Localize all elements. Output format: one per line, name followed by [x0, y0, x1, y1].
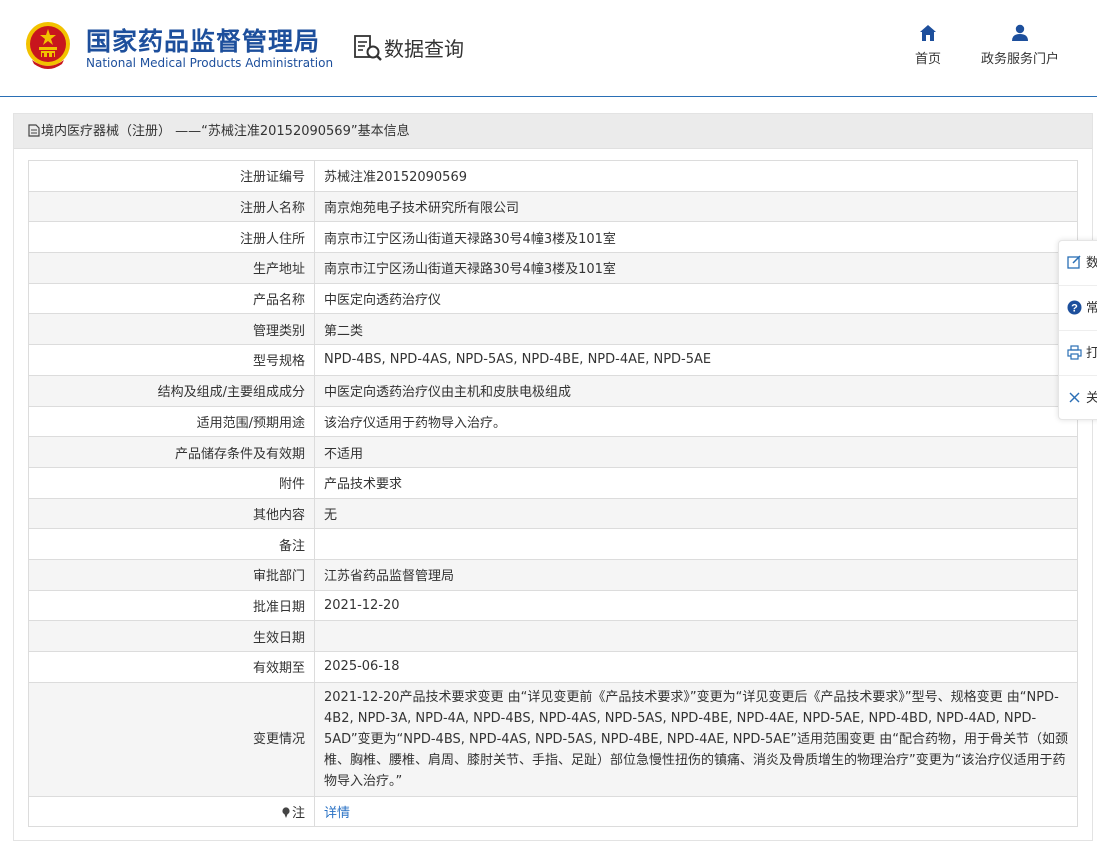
float-print-button[interactable]: 打: [1059, 331, 1097, 376]
field-label: 批准日期: [28, 589, 315, 622]
home-icon: [920, 25, 936, 41]
table-row: 审批部门 江苏省药品监督管理局: [28, 558, 1078, 591]
edit-icon: [1067, 255, 1081, 269]
field-label: 生产地址: [28, 252, 315, 284]
field-value: 江苏省药品监督管理局: [314, 558, 1078, 591]
table-row: 注册证编号 苏械注准20152090569: [28, 160, 1078, 192]
field-label: 生效日期: [28, 620, 315, 652]
field-value: 不适用: [314, 436, 1078, 468]
nav-portal-label: 政务服务门户: [980, 52, 1059, 67]
field-label: 结构及组成/主要组成成分: [28, 374, 315, 407]
registration-info-table: 注册证编号 苏械注准20152090569 注册人名称 南京炮苑电子技术研究所有限公…: [28, 160, 1078, 828]
table-row: 注册人名称 南京炮苑电子技术研究所有限公司: [28, 190, 1078, 223]
field-label: 其他内容: [28, 497, 315, 530]
field-value: [314, 528, 1078, 560]
field-label: 型号规格: [28, 344, 315, 376]
question-icon: ?: [1067, 300, 1082, 315]
field-value: 第二类: [314, 313, 1078, 346]
table-row: 管理类别 第二类: [28, 313, 1078, 346]
field-value: 中医定向透药治疗仪由主机和皮肤电极组成: [314, 374, 1078, 407]
float-print-label: 打: [1086, 346, 1097, 361]
pin-icon: [282, 807, 290, 819]
national-emblem-logo[interactable]: [24, 20, 72, 70]
table-row: 适用范围/预期用途 该治疗仪适用于药物导入治疗。: [28, 405, 1078, 438]
field-value: 苏械注准20152090569: [314, 160, 1078, 192]
detail-panel: 境内医疗器械（注册） ——“苏械注准20152090569”基本信息 注册证编号…: [13, 113, 1093, 841]
table-row: 变更情况 2021-12-20产品技术要求变更 由“详见变更前《产品技术要求》”变…: [28, 681, 1078, 797]
org-name-cn[interactable]: 国家药品监督管理局: [86, 22, 320, 58]
field-label: 注册证编号: [28, 160, 315, 192]
nav-home-label: 首页: [914, 52, 941, 67]
field-label: 附件: [28, 466, 315, 499]
float-faq-button[interactable]: ?常: [1059, 286, 1097, 331]
table-row: 产品名称 中医定向透药治疗仪: [28, 282, 1078, 315]
float-data-label: 数: [1086, 256, 1097, 271]
table-row: 批准日期 2021-12-20: [28, 589, 1078, 622]
details-link[interactable]: 详情: [324, 806, 350, 821]
field-label: 审批部门: [28, 558, 315, 591]
float-faq-label: 常: [1086, 301, 1097, 316]
field-label: 产品名称: [28, 282, 315, 315]
field-value: [314, 620, 1078, 652]
table-row: 其他内容无: [28, 497, 1078, 530]
org-name-en[interactable]: National Medical Products Administration: [86, 56, 333, 70]
print-icon: [1067, 345, 1082, 360]
floating-toolbar: 数 ?常 打 关: [1058, 240, 1097, 420]
user-icon: [1012, 24, 1028, 41]
table-row: 备注: [28, 528, 1078, 560]
field-value: 中医定向透药治疗仪: [314, 282, 1078, 315]
field-value: 南京炮苑电子技术研究所有限公司: [314, 190, 1078, 223]
field-label: 产品储存条件及有效期: [28, 436, 315, 468]
table-row: 产品储存条件及有效期 不适用: [28, 436, 1078, 468]
field-value: 该治疗仪适用于药物导入治疗。: [314, 405, 1078, 438]
field-label: 注册人住所: [28, 221, 315, 254]
float-close-button[interactable]: 关: [1059, 376, 1097, 421]
table-row: 注册人住所 南京市江宁区汤山街道天禄路30号4幢3楼及101室: [28, 221, 1078, 254]
table-row: 型号规格 NPD-4BS, NPD-4AS, NPD-5AS, NPD-4BE, …: [28, 344, 1078, 376]
float-data-button[interactable]: 数: [1059, 241, 1097, 286]
table-row: 附件 产品技术要求: [28, 466, 1078, 499]
field-value: 南京市江宁区汤山街道天禄路30号4幢3楼及101室: [314, 252, 1078, 284]
note-label-cell: 注: [28, 795, 315, 828]
panel-header: 境内医疗器械（注册） ——“苏械注准20152090569”基本信息: [14, 114, 1092, 149]
field-label: 有效期至: [28, 651, 315, 683]
field-label: 管理类别: [28, 313, 315, 346]
field-label: 变更情况: [28, 681, 315, 797]
close-icon: [1069, 392, 1080, 403]
field-value: 2021-12-20: [314, 589, 1078, 622]
table-row-note: 注 详情: [28, 795, 1078, 828]
table-row: 生效日期: [28, 620, 1078, 652]
field-value: 2021-12-20产品技术要求变更 由“详见变更前《产品技术要求》”变更为“详…: [314, 681, 1078, 797]
svg-text:?: ?: [1071, 303, 1078, 315]
data-query-icon: [354, 35, 382, 61]
site-header: 国家药品监督管理局 National Medical Products Admi…: [0, 0, 1097, 97]
nav-home[interactable]: 首页: [908, 24, 948, 67]
nav-service-portal[interactable]: 政务服务门户: [975, 24, 1065, 67]
note-label: 注: [291, 806, 305, 822]
field-label: 备注: [28, 528, 315, 560]
field-value: 无: [314, 497, 1078, 530]
table-row: 有效期至 2025-06-18: [28, 651, 1078, 683]
note-value-cell: 详情: [314, 795, 1078, 828]
field-value: 2025-06-18: [314, 651, 1078, 683]
table-row: 结构及组成/主要组成成分 中医定向透药治疗仪由主机和皮肤电极组成: [28, 374, 1078, 407]
field-label: 适用范围/预期用途: [28, 405, 315, 438]
section-title: 数据查询: [384, 37, 464, 61]
float-close-label: 关: [1086, 391, 1097, 406]
field-value: NPD-4BS, NPD-4AS, NPD-5AS, NPD-4BE, NPD-…: [314, 344, 1078, 376]
field-label: 注册人名称: [28, 190, 315, 223]
field-value: 南京市江宁区汤山街道天禄路30号4幢3楼及101室: [314, 221, 1078, 254]
document-icon: [28, 124, 40, 137]
panel-title: 境内医疗器械（注册） ——“苏械注准20152090569”基本信息: [41, 124, 410, 139]
table-row: 生产地址 南京市江宁区汤山街道天禄路30号4幢3楼及101室: [28, 252, 1078, 284]
field-value: 产品技术要求: [314, 466, 1078, 499]
